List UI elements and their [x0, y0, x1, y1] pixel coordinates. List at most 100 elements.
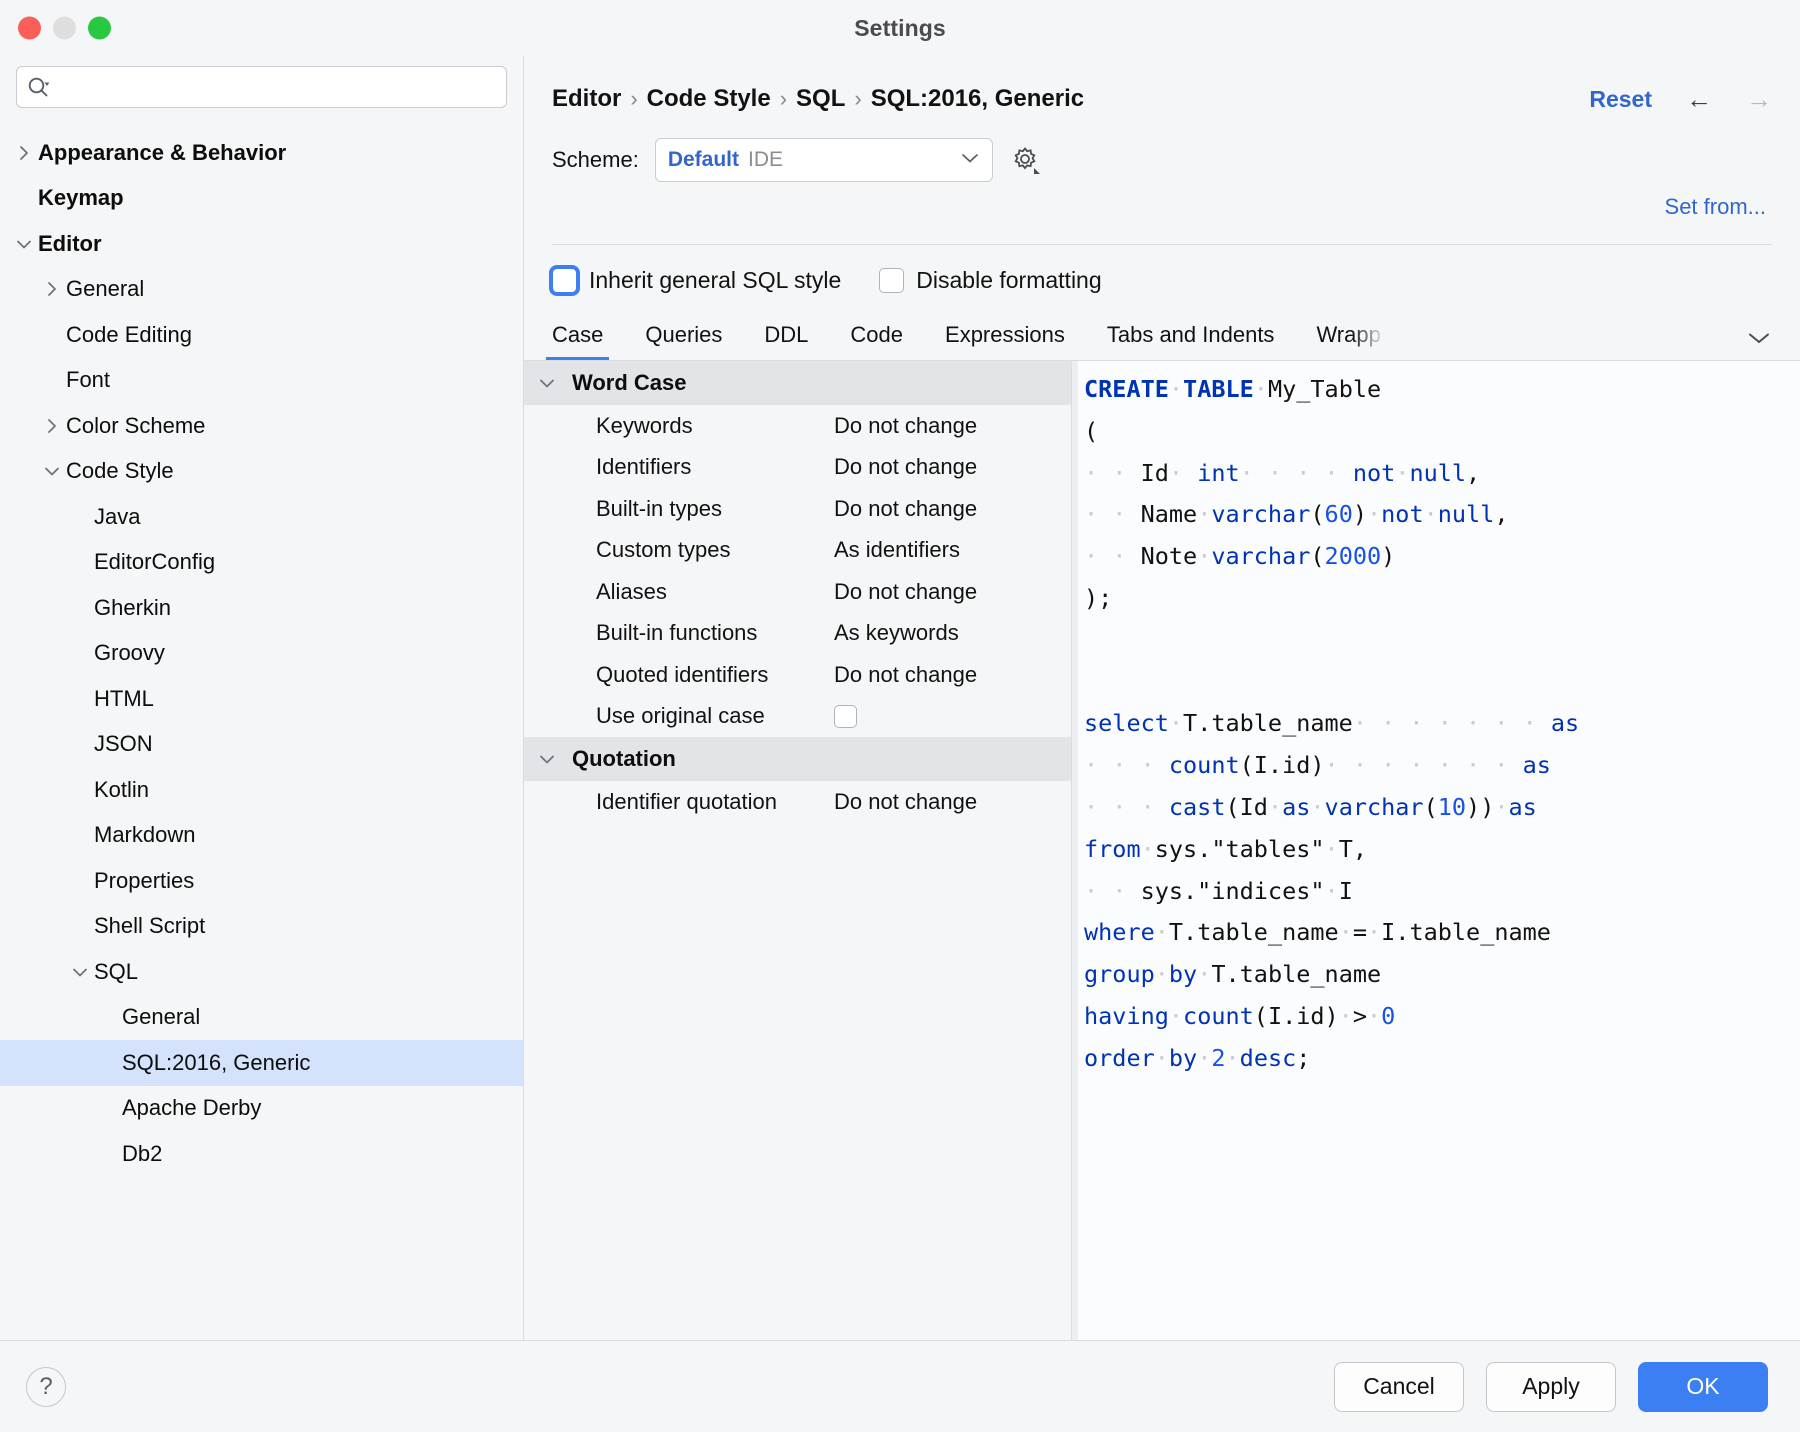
forward-arrow-icon[interactable]: → — [1746, 86, 1772, 112]
settings-row-value[interactable]: Do not change — [834, 454, 977, 480]
sidebar-item-apache-derby[interactable]: Apache Derby — [0, 1086, 523, 1132]
settings-row[interactable]: Built-in functionsAs keywords — [524, 613, 1071, 655]
twisty-down-icon[interactable] — [534, 376, 560, 390]
sidebar-item-label: General — [122, 1006, 200, 1028]
sidebar-item-code-editing[interactable]: Code Editing — [0, 312, 523, 358]
settings-row-label: Use original case — [596, 703, 834, 729]
cancel-button[interactable]: Cancel — [1334, 1362, 1464, 1412]
code-line: group·by·T.table_name — [1084, 954, 1800, 996]
scheme-row: Scheme: Default IDE — [552, 138, 1772, 182]
sidebar-item-font[interactable]: Font — [0, 358, 523, 404]
settings-row-value[interactable]: As identifiers — [834, 537, 960, 563]
sidebar-item-groovy[interactable]: Groovy — [0, 631, 523, 677]
twisty-down-icon[interactable] — [10, 237, 38, 251]
settings-row[interactable]: Custom typesAs identifiers — [524, 530, 1071, 572]
settings-row[interactable]: Quoted identifiersDo not change — [524, 654, 1071, 696]
zoom-button[interactable] — [88, 17, 111, 40]
settings-row-value[interactable]: As keywords — [834, 620, 959, 646]
minimize-button[interactable] — [53, 17, 76, 40]
sidebar-item-label: General — [66, 278, 144, 300]
code-line: having·count(I.id)·>·0 — [1084, 996, 1800, 1038]
sidebar-item-markdown[interactable]: Markdown — [0, 813, 523, 859]
preview-code[interactable]: CREATE·TABLE·My_Table(· · Id· int· · · ·… — [1078, 361, 1800, 1340]
back-arrow-icon[interactable]: ← — [1686, 86, 1712, 112]
disable-formatting-checkbox[interactable]: Disable formatting — [879, 267, 1101, 294]
sidebar-item-label: Keymap — [38, 187, 124, 209]
tab-tabs-and-indents[interactable]: Tabs and Indents — [1107, 322, 1275, 360]
settings-row-checkbox[interactable] — [834, 705, 857, 728]
tab-queries[interactable]: Queries — [645, 322, 722, 360]
breadcrumb-separator: › — [780, 86, 787, 112]
settings-row[interactable]: AliasesDo not change — [524, 571, 1071, 613]
sidebar-item-gherkin[interactable]: Gherkin — [0, 585, 523, 631]
reset-button[interactable]: Reset — [1589, 86, 1652, 113]
twisty-down-icon[interactable] — [66, 965, 94, 979]
sidebar-item-general[interactable]: General — [0, 995, 523, 1041]
tabs-overflow-chevron-down-icon[interactable] — [1746, 331, 1772, 360]
settings-row[interactable]: Built-in typesDo not change — [524, 488, 1071, 530]
format-options-row: Inherit general SQL style Disable format… — [524, 251, 1800, 309]
search-input[interactable] — [57, 67, 496, 107]
twisty-down-icon[interactable] — [534, 752, 560, 766]
settings-row-value[interactable]: Do not change — [834, 496, 977, 522]
sidebar-item-color-scheme[interactable]: Color Scheme — [0, 403, 523, 449]
search-box[interactable] — [16, 66, 507, 108]
window-body: Appearance & Behavior Keymap Editor General… — [0, 56, 1800, 1340]
sidebar-item-label: Color Scheme — [66, 415, 205, 437]
settings-group-header[interactable]: Quotation — [524, 737, 1071, 781]
code-line: ); — [1084, 578, 1800, 620]
settings-row[interactable]: Identifier quotationDo not change — [524, 781, 1071, 823]
sidebar-item-shell-script[interactable]: Shell Script — [0, 904, 523, 950]
scheme-dropdown[interactable]: Default IDE — [655, 138, 993, 182]
sidebar-item-json[interactable]: JSON — [0, 722, 523, 768]
sidebar-item-code-style[interactable]: Code Style — [0, 449, 523, 495]
settings-row[interactable]: Use original case — [524, 696, 1071, 738]
sidebar-item-sql[interactable]: SQL — [0, 949, 523, 995]
settings-row-value[interactable]: Do not change — [834, 662, 977, 688]
search-wrap — [0, 66, 523, 108]
sidebar-item-appearance-behavior[interactable]: Appearance & Behavior — [0, 130, 523, 176]
twisty-right-icon[interactable] — [10, 143, 38, 163]
sidebar-item-java[interactable]: Java — [0, 494, 523, 540]
settings-row-label: Custom types — [596, 537, 834, 563]
set-from-button[interactable]: Set from... — [1665, 194, 1766, 228]
sidebar-item-db2[interactable]: Db2 — [0, 1131, 523, 1177]
tab-case[interactable]: Case — [552, 322, 603, 360]
settings-row-value[interactable]: Do not change — [834, 789, 977, 815]
tab-wrapp[interactable]: Wrapp — [1316, 322, 1380, 360]
sidebar-item-label: HTML — [94, 688, 154, 710]
sidebar-item-properties[interactable]: Properties — [0, 858, 523, 904]
sidebar-item-kotlin[interactable]: Kotlin — [0, 767, 523, 813]
settings-row-value[interactable]: Do not change — [834, 579, 977, 605]
help-icon[interactable]: ? — [26, 1367, 66, 1407]
sidebar-item-editorconfig[interactable]: EditorConfig — [0, 540, 523, 586]
sidebar-item-general[interactable]: General — [0, 267, 523, 313]
settings-group-header[interactable]: Word Case — [524, 361, 1071, 405]
sidebar-item-label: Shell Script — [94, 915, 205, 937]
twisty-down-icon[interactable] — [38, 464, 66, 478]
inherit-general-sql-style-checkbox[interactable]: Inherit general SQL style — [552, 267, 841, 294]
gear-icon[interactable] — [1009, 143, 1043, 177]
breadcrumb-item[interactable]: Code Style — [647, 85, 771, 113]
breadcrumb-item[interactable]: SQL — [796, 85, 845, 113]
settings-row-value[interactable]: Do not change — [834, 413, 977, 439]
tab-code[interactable]: Code — [850, 322, 903, 360]
close-button[interactable] — [18, 17, 41, 40]
sidebar-item-editor[interactable]: Editor — [0, 221, 523, 267]
breadcrumb-item[interactable]: SQL:2016, Generic — [871, 85, 1084, 113]
tab-ddl[interactable]: DDL — [764, 322, 808, 360]
settings-row-label: Built-in types — [596, 496, 834, 522]
settings-row[interactable]: KeywordsDo not change — [524, 405, 1071, 447]
sidebar-item-keymap[interactable]: Keymap — [0, 176, 523, 222]
breadcrumb-item[interactable]: Editor — [552, 85, 621, 113]
footer-buttons: Cancel Apply OK — [1334, 1362, 1768, 1412]
code-line: · · Id· int· · · · not·null, — [1084, 453, 1800, 495]
sidebar-item-html[interactable]: HTML — [0, 676, 523, 722]
sidebar-item-sql-2016-generic[interactable]: SQL:2016, Generic — [0, 1040, 523, 1086]
settings-row[interactable]: IdentifiersDo not change — [524, 447, 1071, 489]
ok-button[interactable]: OK — [1638, 1362, 1768, 1412]
twisty-right-icon[interactable] — [38, 416, 66, 436]
tab-expressions[interactable]: Expressions — [945, 322, 1065, 360]
twisty-right-icon[interactable] — [38, 279, 66, 299]
apply-button[interactable]: Apply — [1486, 1362, 1616, 1412]
